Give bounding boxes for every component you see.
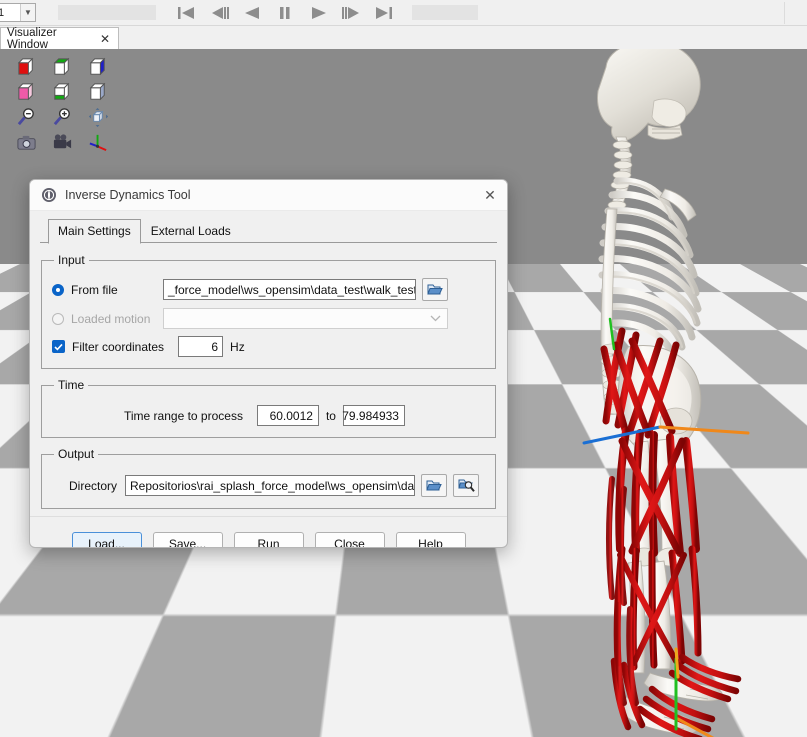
tab-external-loads-label: External Loads bbox=[150, 224, 231, 238]
output-browse-button[interactable] bbox=[421, 474, 448, 497]
time-range-end-value: 79.984933 bbox=[342, 408, 399, 423]
save-button-label: Save... bbox=[168, 536, 207, 548]
tab-visualizer-window[interactable]: Visualizer Window ✕ bbox=[0, 26, 119, 51]
record-movie-icon[interactable] bbox=[52, 132, 73, 153]
loaded-motion-label: Loaded motion bbox=[71, 311, 151, 326]
output-directory-row: Directory Repositorios\rai_splash_force_… bbox=[52, 474, 485, 497]
skip-to-start-button[interactable] bbox=[176, 5, 196, 21]
application-window: 1 ▼ Visualizer Window ✕ Inverse Dynamics… bbox=[0, 0, 807, 737]
play-reverse-button[interactable] bbox=[242, 5, 262, 21]
pause-button[interactable] bbox=[275, 5, 295, 21]
filter-frequency-value: 6 bbox=[211, 339, 219, 354]
tab-visualizer-window-label: Visualizer Window bbox=[7, 26, 57, 51]
from-file-value: _force_model\ws_opensim\data_test\walk_t… bbox=[168, 282, 416, 297]
run-button-label: Run bbox=[257, 536, 280, 548]
top-toolbar: 1 ▼ bbox=[0, 0, 807, 26]
chevron-down-icon bbox=[430, 315, 441, 322]
folder-open-icon bbox=[427, 284, 443, 294]
tab-main-settings-label: Main Settings bbox=[58, 224, 131, 238]
dialog-button-row: Load... Save... Run Close Help bbox=[30, 532, 507, 548]
dialog-title: Inverse Dynamics Tool bbox=[65, 188, 191, 202]
output-group: Output Directory Repositorios\rai_splash… bbox=[41, 447, 496, 509]
from-file-label: From file bbox=[71, 282, 118, 297]
from-file-input[interactable]: _force_model\ws_opensim\data_test\walk_t… bbox=[163, 279, 416, 300]
dialog-footer-divider bbox=[30, 516, 507, 517]
output-directory-label: Directory bbox=[69, 478, 118, 493]
from-file-browse-button[interactable] bbox=[422, 278, 448, 301]
playback-controls bbox=[176, 5, 394, 21]
input-group-legend: Input bbox=[58, 253, 85, 267]
skip-to-end-button[interactable] bbox=[374, 5, 394, 21]
input-group: Input From file _force_model\ws_opensim\… bbox=[41, 253, 496, 369]
load-button-label: Load... bbox=[88, 536, 125, 548]
folder-open-icon bbox=[426, 480, 442, 490]
snapshot-icon[interactable] bbox=[16, 132, 37, 153]
dialog-title-bar[interactable]: Inverse Dynamics Tool ✕ bbox=[30, 180, 507, 211]
view-top-icon[interactable] bbox=[52, 57, 73, 78]
from-file-radio[interactable] bbox=[52, 283, 64, 296]
loaded-motion-radio[interactable] bbox=[52, 312, 64, 325]
help-button-label: Help bbox=[418, 536, 443, 548]
inverse-dynamics-tool-dialog[interactable]: Inverse Dynamics Tool ✕ Main Settings Ex… bbox=[29, 179, 508, 548]
view-side-icon[interactable] bbox=[88, 57, 109, 78]
output-directory-value: Repositorios\rai_splash_force_model\ws_o… bbox=[130, 478, 415, 493]
tab-external-loads[interactable]: External Loads bbox=[141, 219, 241, 243]
run-button[interactable]: Run bbox=[233, 532, 304, 548]
close-icon[interactable]: ✕ bbox=[479, 184, 501, 206]
time-range-start-value: 60.0012 bbox=[269, 408, 313, 423]
time-range-to-label: to bbox=[325, 408, 336, 423]
toggle-axes-icon[interactable] bbox=[88, 132, 109, 153]
close-button-label: Close bbox=[334, 536, 365, 548]
toolbar-placeholder-field-2 bbox=[412, 5, 478, 20]
output-directory-input[interactable]: Repositorios\rai_splash_force_model\ws_o… bbox=[125, 475, 416, 496]
frame-spinner-value: 1 bbox=[0, 6, 5, 19]
dialog-body: Main Settings External Loads Input From … bbox=[30, 219, 507, 547]
folder-search-icon bbox=[457, 479, 475, 492]
time-group: Time Time range to process 60.0012 to 79… bbox=[41, 378, 496, 438]
view-bottom-icon[interactable] bbox=[52, 82, 73, 103]
filter-frequency-input[interactable]: 6 bbox=[178, 336, 224, 357]
play-button[interactable] bbox=[308, 5, 328, 21]
time-range-label: Time range to process bbox=[124, 408, 243, 423]
view-other-side-icon[interactable] bbox=[88, 82, 109, 103]
filter-coordinates-row: Filter coordinates 6 Hz bbox=[52, 336, 485, 357]
toolbar-placeholder-field bbox=[58, 5, 156, 20]
toolbar-divider bbox=[784, 2, 785, 24]
output-group-legend: Output bbox=[58, 447, 95, 461]
opensim-logo-icon bbox=[42, 188, 56, 202]
filter-coordinates-label: Filter coordinates bbox=[72, 339, 165, 354]
dialog-tabs: Main Settings External Loads bbox=[48, 219, 497, 244]
close-icon[interactable]: ✕ bbox=[98, 32, 112, 46]
time-group-legend: Time bbox=[58, 378, 85, 392]
loaded-motion-row: Loaded motion bbox=[52, 308, 485, 329]
loaded-motion-dropdown[interactable] bbox=[163, 308, 448, 329]
frame-spinner[interactable]: 1 ▼ bbox=[0, 3, 36, 22]
zoom-in-icon[interactable] bbox=[52, 107, 73, 128]
view-front-icon[interactable] bbox=[16, 57, 37, 78]
skull-group bbox=[597, 49, 701, 142]
from-file-row: From file _force_model\ws_opensim\data_t… bbox=[52, 278, 485, 301]
view-back-icon[interactable] bbox=[16, 82, 37, 103]
help-button[interactable]: Help bbox=[395, 532, 466, 548]
save-button[interactable]: Save... bbox=[152, 532, 223, 548]
chevron-down-icon[interactable]: ▼ bbox=[20, 4, 35, 21]
close-button[interactable]: Close bbox=[314, 532, 385, 548]
tab-main-settings[interactable]: Main Settings bbox=[48, 219, 141, 244]
force-vector-yellow bbox=[674, 647, 680, 679]
output-inspect-button[interactable] bbox=[453, 474, 480, 497]
step-back-button[interactable] bbox=[209, 5, 229, 21]
time-range-row: Time range to process 60.0012 to 79.9849… bbox=[52, 405, 485, 426]
zoom-out-icon[interactable] bbox=[16, 107, 37, 128]
filter-frequency-unit: Hz bbox=[230, 339, 245, 354]
step-forward-button[interactable] bbox=[341, 5, 361, 21]
filter-coordinates-checkbox[interactable] bbox=[52, 340, 65, 353]
time-range-start-input[interactable]: 60.0012 bbox=[256, 405, 319, 426]
visualizer-icon-palette bbox=[0, 49, 109, 157]
time-range-end-input[interactable]: 79.984933 bbox=[342, 405, 405, 426]
load-button[interactable]: Load... bbox=[71, 532, 142, 548]
cervical-spine-group bbox=[607, 136, 633, 212]
fit-to-window-icon[interactable] bbox=[88, 107, 109, 128]
